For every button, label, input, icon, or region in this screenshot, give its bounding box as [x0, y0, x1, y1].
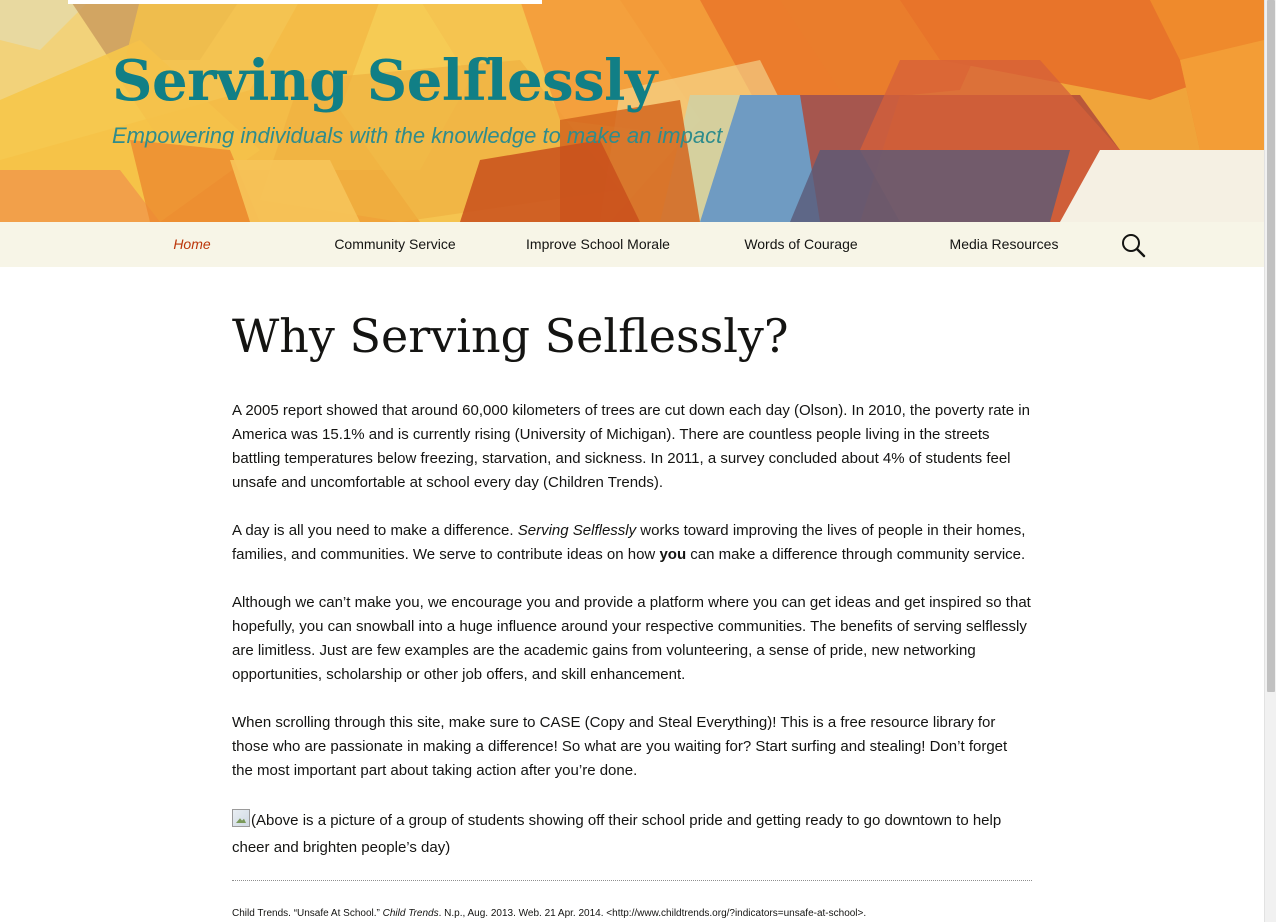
header-top-bar	[68, 0, 542, 4]
nav-item-words-of-courage[interactable]: Words of Courage	[726, 222, 876, 267]
page-scrollbar[interactable]	[1264, 0, 1276, 922]
site-title[interactable]: Serving Selflessly	[112, 46, 657, 116]
citation: Child Trends. “Unsafe At School.” Child …	[232, 907, 1132, 921]
mission-text-start: A day is all you need to make a differen…	[232, 522, 518, 539]
paragraph-case: When scrolling through this site, make s…	[232, 714, 1008, 779]
paragraph-statistics: A 2005 report showed that around 60,000 …	[232, 402, 1030, 491]
paragraph-photo: (Above is a picture of a group of studen…	[232, 807, 1032, 861]
nav-item-improve-school-morale[interactable]: Improve School Morale	[510, 222, 686, 267]
main-navigation: Home Community Service Improve School Mo…	[0, 222, 1264, 267]
nav-item-media-resources[interactable]: Media Resources	[934, 222, 1074, 267]
page: Serving Selflessly Empowering individual…	[0, 0, 1276, 922]
photo-caption: (Above is a picture of a group of studen…	[232, 812, 1002, 856]
mission-emphasis-you: you	[659, 546, 687, 563]
site-tagline: Empowering individuals with the knowledg…	[112, 123, 723, 148]
citation-text-end: . N.p., Aug. 2013. Web. 21 Apr. 2014. <h…	[438, 908, 867, 919]
scrollbar-thumb[interactable]	[1267, 0, 1275, 692]
nav-item-home[interactable]: Home	[140, 222, 244, 267]
post-content: A 2005 report showed that around 60,000 …	[232, 399, 1032, 885]
search-icon[interactable]	[1119, 231, 1147, 259]
mission-text-end: can make a difference through community …	[686, 546, 1026, 563]
content-divider	[232, 880, 1032, 881]
broken-image-icon[interactable]	[232, 809, 250, 827]
nav-item-community-service[interactable]: Community Service	[314, 222, 476, 267]
paragraph-benefits: Although we can’t make you, we encourage…	[232, 594, 1031, 683]
paragraph-mission: A day is all you need to make a differen…	[232, 519, 1032, 567]
site-header: Serving Selflessly Empowering individual…	[0, 0, 1264, 222]
post-title: Why Serving Selflessly?	[232, 309, 789, 363]
citation-source-title: Child Trends	[382, 908, 439, 919]
citation-text-start: Child Trends. “Unsafe At School.”	[232, 908, 383, 919]
mission-site-name: Serving Selflessly	[517, 522, 637, 539]
